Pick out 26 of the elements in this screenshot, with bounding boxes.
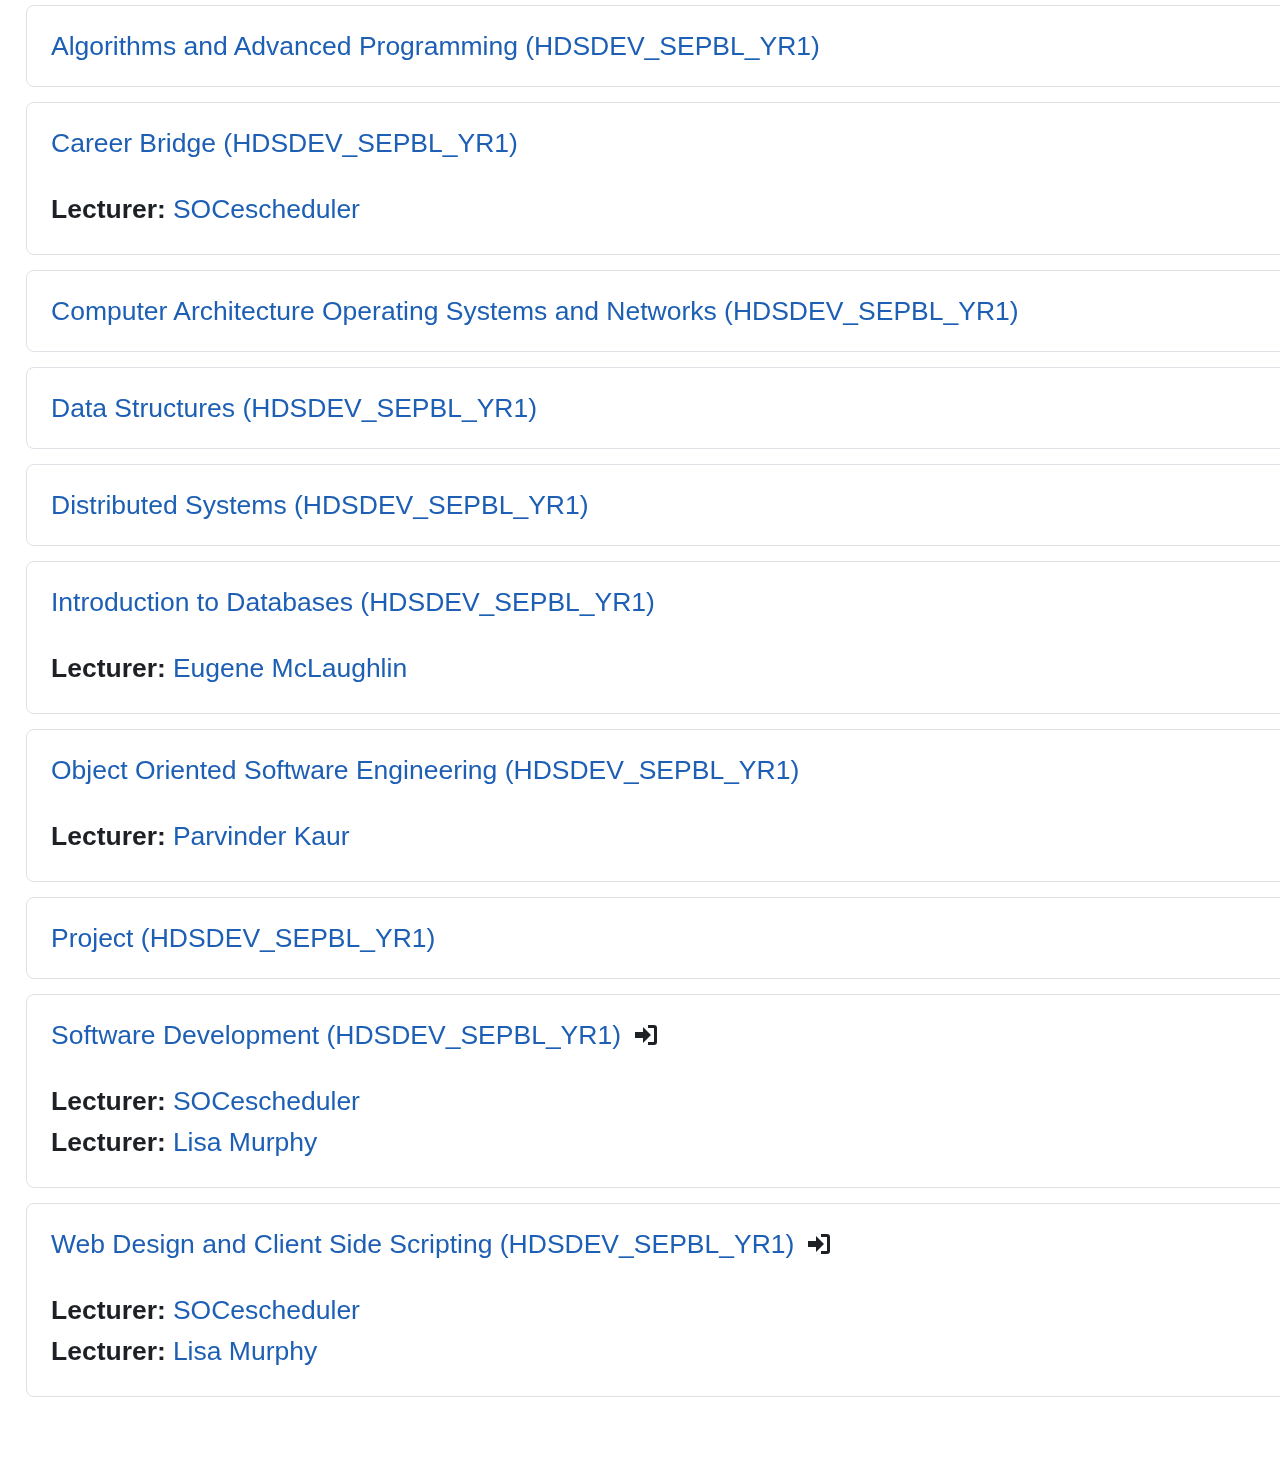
lecturer-link[interactable]: Parvinder Kaur (172, 816, 350, 857)
course-link[interactable]: Data Structures (HDSDEV_SEPBL_YR1) (51, 392, 538, 424)
lecturer-label: Lecturer: (51, 820, 166, 853)
lecturer-label: Lecturer: (51, 652, 166, 685)
course-link[interactable]: Algorithms and Advanced Programming (HDSDEV_SEPBL_YR1) (51, 30, 820, 62)
lecturer-label: Lecturer: (51, 1126, 166, 1159)
lecturer-link[interactable]: Eugene McLaughlin (172, 648, 408, 689)
course-link[interactable]: Career Bridge (HDSDEV_SEPBL_YR1) (51, 127, 518, 159)
lecturer-link[interactable]: Lisa Murphy (172, 1122, 318, 1163)
lecturer-label: Lecturer: (51, 1335, 166, 1368)
course-link[interactable]: Distributed Systems (HDSDEV_SEPBL_YR1) (51, 489, 589, 521)
course-link[interactable]: Object Oriented Software Engineering (HDSDEV_SEPBL_YR1) (51, 754, 800, 786)
lecturer-label: Lecturer: (51, 1085, 166, 1118)
course-link[interactable]: Introduction to Databases (HDSDEV_SEPBL_YR1) (51, 586, 655, 618)
sign-in-icon (806, 1232, 833, 1256)
lecturer-link[interactable]: SOCescheduler (172, 1081, 360, 1122)
course-link[interactable]: Project (HDSDEV_SEPBL_YR1) (51, 922, 436, 954)
lecturer-link[interactable]: Lisa Murphy (172, 1331, 318, 1372)
course-link[interactable]: Computer Architecture Operating Systems and Networks (HDSDEV_SEPBL_YR1) (51, 295, 1019, 327)
course-link[interactable]: Web Design and Client Side Scripting (HDSDEV_SEPBL_YR1) (51, 1228, 795, 1260)
lecturer-link[interactable]: SOCescheduler (172, 189, 360, 230)
lecturer-label: Lecturer: (51, 193, 166, 226)
lecturer-link[interactable]: SOCescheduler (172, 1290, 360, 1331)
course-link[interactable]: Software Development (HDSDEV_SEPBL_YR1) (51, 1019, 621, 1051)
sign-in-icon (633, 1023, 659, 1047)
lecturer-label: Lecturer: (51, 1294, 166, 1327)
